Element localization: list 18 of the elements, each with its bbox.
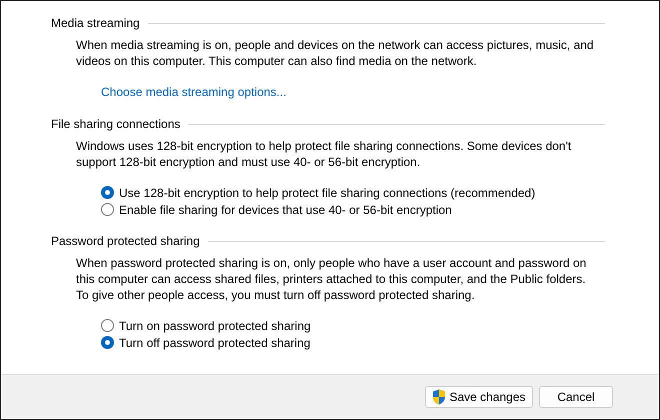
radio-button[interactable] (101, 186, 114, 199)
streaming-options-link[interactable]: Choose media streaming options... (101, 83, 286, 101)
radio-label: Turn off password protected sharing (119, 334, 310, 352)
radio-button[interactable] (101, 336, 114, 349)
radio-label: Enable file sharing for devices that use 40- or 56-bit encryption (119, 202, 452, 218)
radio-button[interactable] (101, 203, 114, 216)
radio-label: Turn on password protected sharing (119, 318, 311, 334)
section-heading: File sharing connections (51, 116, 180, 133)
section-heading: Media streaming (51, 15, 140, 32)
section-description: Windows uses 128-bit encryption to help protect file sharing connections. Some devices don't support 128-bit encryption and must use 40- or 56-bit encryption. (76, 138, 572, 170)
save-changes-button[interactable]: Save changes (425, 386, 533, 408)
shield-icon (432, 389, 446, 405)
section-heading: Password protected sharing (51, 233, 200, 250)
section-description: When password protected sharing is on, only people who have a user account and password on this computer can access shared files, printers attached to this computer, and the Public folders. To give other people access, you must turn off password protected sharing. (76, 255, 588, 303)
radio-button[interactable] (101, 319, 114, 332)
radio-label: Use 128-bit encryption to help protect file sharing connections (recommended) (119, 184, 536, 202)
cancel-button[interactable]: Cancel (539, 386, 613, 408)
section-description: When media streaming is on, people and devices on the network can access pictures, music, and videos on this computer. This computer can also find media on the network. (76, 37, 595, 69)
